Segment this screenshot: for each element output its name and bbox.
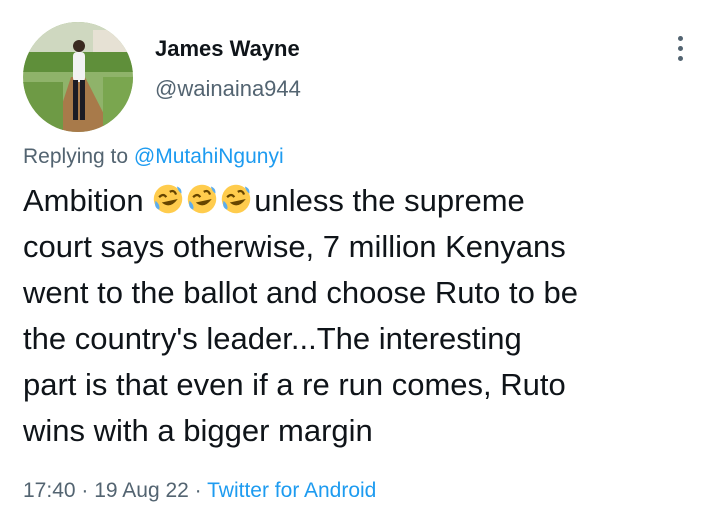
tweet-line-3: went to the ballot and choose Ruto to be [23, 275, 578, 310]
rolling-on-floor-laughing-emoji-icon [188, 184, 217, 214]
meta-separator: · [75, 479, 95, 502]
tweet-metadata: 17:40 · 19 Aug 22 · Twitter for Android [23, 479, 376, 503]
tweet-line-6: wins with a bigger margin [23, 413, 373, 448]
rolling-on-floor-laughing-emoji-icon [222, 184, 251, 214]
avatar[interactable] [23, 22, 133, 132]
tweet-line-2: court says otherwise, 7 million Kenyans [23, 229, 566, 264]
tweet-time[interactable]: 17:40 [23, 479, 76, 502]
tweet-text: Ambition unless the supreme court says o… [23, 178, 713, 454]
more-dot [677, 55, 683, 61]
replying-prefix: Replying to [23, 145, 134, 168]
reply-mention-link[interactable]: @MutahiNgunyi [134, 145, 284, 168]
tweet-source-link[interactable]: Twitter for Android [207, 479, 376, 502]
tweet-text-segment: unless the supreme [254, 183, 525, 218]
avatar-photo [23, 22, 133, 132]
tweet-line-1: Ambition unless the supreme [23, 178, 713, 224]
tweet-date[interactable]: 19 Aug 22 [94, 479, 189, 502]
more-vertical-icon[interactable] [664, 30, 696, 66]
meta-separator: · [188, 479, 208, 502]
rolling-on-floor-laughing-emoji-icon [154, 184, 183, 214]
more-dot [677, 35, 683, 41]
tweet-line-5: part is that even if a re run comes, Rut… [23, 367, 566, 402]
display-name[interactable]: James Wayne [155, 36, 300, 62]
user-handle[interactable]: @wainaina944 [155, 76, 301, 102]
tweet-text-segment: Ambition [23, 183, 153, 218]
more-dot [677, 45, 683, 51]
tweet-line-4: the country's leader...The interesting [23, 321, 522, 356]
replying-to: Replying to @MutahiNgunyi [23, 145, 284, 169]
